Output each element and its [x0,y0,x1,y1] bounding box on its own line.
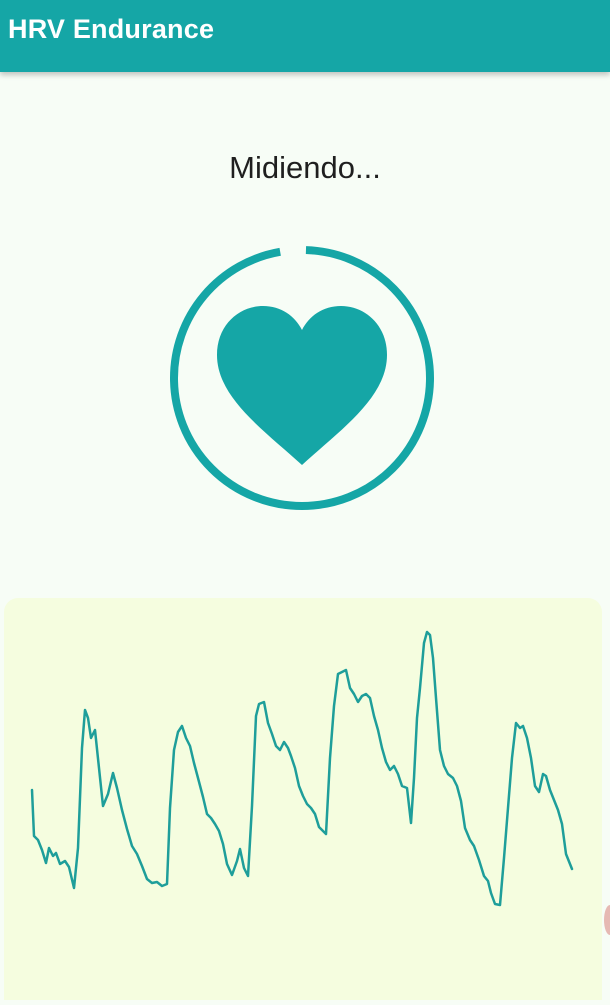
edge-indicator [604,905,610,935]
pulse-waveform-panel [4,598,602,1000]
pulse-waveform-chart [30,630,574,907]
measuring-status: Midiendo... [229,150,381,185]
heart-icon [217,306,387,465]
heart-progress-widget [170,246,434,510]
pulse-waveform-line [30,630,574,907]
app-title: HRV Endurance [8,14,215,44]
app-bar: HRV Endurance [0,0,610,72]
